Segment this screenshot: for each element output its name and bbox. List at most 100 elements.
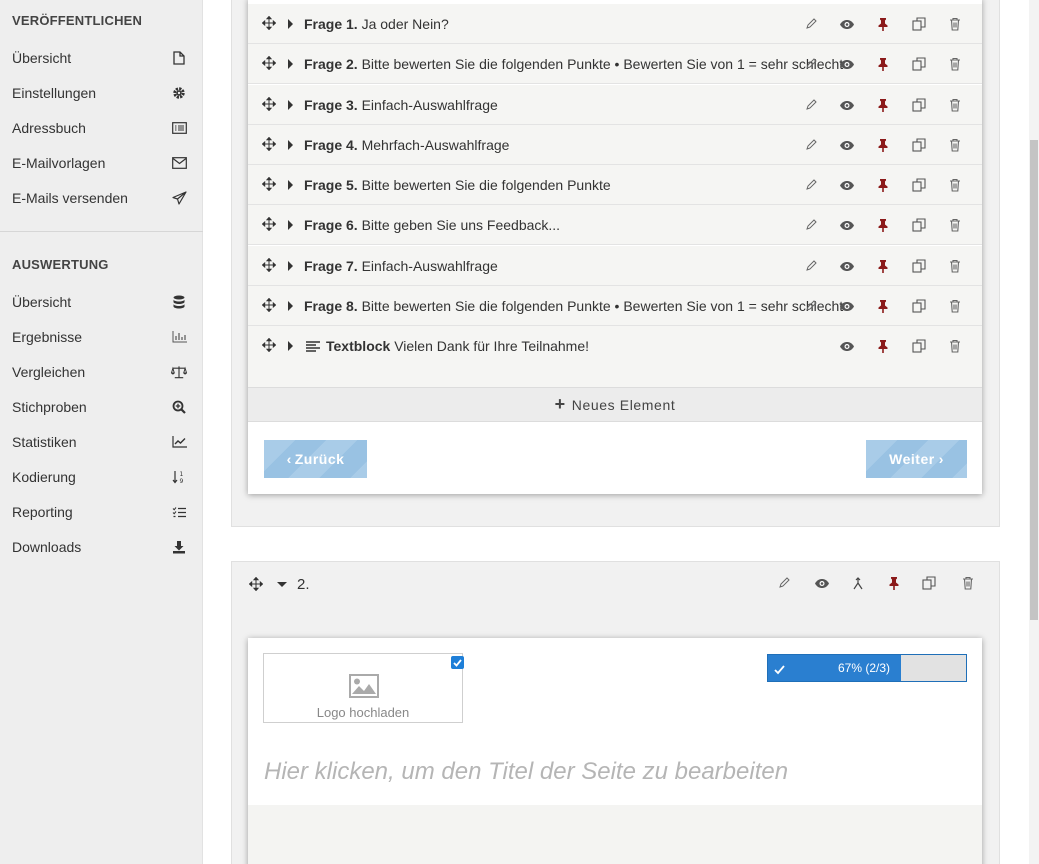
back-button[interactable]: ‹ Zurück xyxy=(264,440,367,478)
edit-icon[interactable] xyxy=(802,216,820,234)
question-row[interactable]: Frage 8. Bitte bewerten Sie die folgende… xyxy=(248,286,982,326)
copy-icon[interactable] xyxy=(910,337,928,355)
copy-icon[interactable] xyxy=(910,257,928,275)
copy-icon[interactable] xyxy=(910,136,928,154)
trash-icon[interactable] xyxy=(946,96,964,114)
eye-icon[interactable] xyxy=(838,337,856,355)
drag-handle-icon[interactable] xyxy=(261,96,277,112)
caret-right-icon[interactable] xyxy=(288,19,293,29)
caret-right-icon[interactable] xyxy=(288,180,293,190)
pin-icon[interactable] xyxy=(874,176,892,194)
edit-icon[interactable] xyxy=(802,15,820,33)
drag-handle-icon[interactable] xyxy=(261,257,277,273)
sidebar-item-results[interactable]: Ergebnisse xyxy=(0,322,203,352)
question-row[interactable]: Frage 4. Mehrfach-Auswahlfrage xyxy=(248,125,982,165)
caret-right-icon[interactable] xyxy=(288,341,293,351)
trash-icon[interactable] xyxy=(959,574,977,592)
pin-icon[interactable] xyxy=(874,96,892,114)
edit-icon[interactable] xyxy=(775,574,793,592)
pin-icon[interactable] xyxy=(874,297,892,315)
sidebar-item-email-templates[interactable]: E-Mailvorlagen xyxy=(0,148,203,178)
caret-right-icon[interactable] xyxy=(288,220,293,230)
eye-icon[interactable] xyxy=(838,297,856,315)
trash-icon[interactable] xyxy=(946,297,964,315)
drag-handle-icon[interactable] xyxy=(261,55,277,71)
copy-icon[interactable] xyxy=(910,96,928,114)
sidebar-item-overview[interactable]: Übersicht xyxy=(0,43,203,73)
trash-icon[interactable] xyxy=(946,337,964,355)
eye-icon[interactable] xyxy=(838,176,856,194)
eye-icon[interactable] xyxy=(838,257,856,275)
copy-icon[interactable] xyxy=(910,297,928,315)
sidebar-item-eval-overview[interactable]: Übersicht xyxy=(0,287,203,317)
question-row[interactable]: Frage 2. Bitte bewerten Sie die folgende… xyxy=(248,44,982,84)
trash-icon[interactable] xyxy=(946,176,964,194)
trash-icon[interactable] xyxy=(946,216,964,234)
eye-icon[interactable] xyxy=(838,136,856,154)
copy-icon[interactable] xyxy=(910,216,928,234)
edit-icon[interactable] xyxy=(802,96,820,114)
pin-icon[interactable] xyxy=(874,55,892,73)
eye-icon[interactable] xyxy=(838,55,856,73)
question-row[interactable]: Frage 1. Ja oder Nein? xyxy=(248,4,982,44)
eye-icon[interactable] xyxy=(813,574,831,592)
page-title-placeholder[interactable]: Hier klicken, um den Titel der Seite zu … xyxy=(264,758,788,786)
caret-right-icon[interactable] xyxy=(288,140,293,150)
sidebar-item-coding[interactable]: Kodierung 19 xyxy=(0,462,203,492)
drag-handle-icon[interactable] xyxy=(261,297,277,313)
eye-icon[interactable] xyxy=(838,96,856,114)
sidebar-item-addressbook[interactable]: Adressbuch xyxy=(0,113,203,143)
caret-down-icon[interactable] xyxy=(277,582,287,587)
sidebar-item-settings[interactable]: Einstellungen xyxy=(0,78,203,108)
drag-handle-icon[interactable] xyxy=(261,176,277,192)
copy-icon[interactable] xyxy=(910,55,928,73)
sidebar-item-send-emails[interactable]: E-Mails versenden xyxy=(0,183,203,213)
sidebar-item-samples[interactable]: Stichproben xyxy=(0,392,203,422)
question-row[interactable]: Frage 7. Einfach-Auswahlfrage xyxy=(248,246,982,286)
trash-icon[interactable] xyxy=(946,257,964,275)
caret-right-icon[interactable] xyxy=(288,261,293,271)
trash-icon[interactable] xyxy=(946,55,964,73)
progress-bar[interactable]: 67% (2/3) xyxy=(767,654,967,682)
pin-icon[interactable] xyxy=(885,574,903,592)
caret-right-icon[interactable] xyxy=(288,301,293,311)
copy-icon[interactable] xyxy=(910,176,928,194)
drag-handle-icon[interactable] xyxy=(261,216,277,232)
drag-handle-icon[interactable] xyxy=(261,15,277,31)
drag-handle-icon[interactable] xyxy=(261,136,277,152)
trash-icon[interactable] xyxy=(946,15,964,33)
sidebar-item-statistics[interactable]: Statistiken xyxy=(0,427,203,457)
pin-icon[interactable] xyxy=(874,136,892,154)
next-button[interactable]: Weiter › xyxy=(866,440,967,478)
question-row[interactable]: Frage 5. Bitte bewerten Sie die folgende… xyxy=(248,165,982,205)
sidebar-item-reporting[interactable]: Reporting xyxy=(0,497,203,527)
branch-icon[interactable] xyxy=(849,574,867,592)
edit-icon[interactable] xyxy=(802,55,820,73)
eye-icon[interactable] xyxy=(838,15,856,33)
pin-icon[interactable] xyxy=(874,15,892,33)
trash-icon[interactable] xyxy=(946,136,964,154)
new-element-button[interactable]: + Neues Element xyxy=(248,387,982,422)
edit-icon[interactable] xyxy=(802,297,820,315)
edit-icon[interactable] xyxy=(802,136,820,154)
copy-icon[interactable] xyxy=(920,574,938,592)
pin-icon[interactable] xyxy=(874,216,892,234)
drag-handle-icon[interactable] xyxy=(248,576,264,592)
caret-right-icon[interactable] xyxy=(288,59,293,69)
logo-upload[interactable]: Logo hochladen xyxy=(263,653,463,723)
question-row[interactable]: Frage 3. Einfach-Auswahlfrage xyxy=(248,85,982,125)
sidebar-item-compare[interactable]: Vergleichen xyxy=(0,357,203,387)
pin-icon[interactable] xyxy=(874,337,892,355)
copy-icon[interactable] xyxy=(910,15,928,33)
caret-right-icon[interactable] xyxy=(288,100,293,110)
pin-icon[interactable] xyxy=(874,257,892,275)
edit-icon[interactable] xyxy=(802,257,820,275)
eye-icon[interactable] xyxy=(838,216,856,234)
question-row[interactable]: Frage 6. Bitte geben Sie uns Feedback... xyxy=(248,205,982,245)
textblock-row[interactable]: Textblock Vielen Dank für Ihre Teilnahme… xyxy=(248,326,982,387)
logo-checkbox[interactable] xyxy=(451,656,464,669)
scrollbar[interactable] xyxy=(1029,0,1039,864)
edit-icon[interactable] xyxy=(802,176,820,194)
scrollbar-thumb[interactable] xyxy=(1030,140,1038,620)
sidebar-item-downloads[interactable]: Downloads xyxy=(0,532,203,562)
